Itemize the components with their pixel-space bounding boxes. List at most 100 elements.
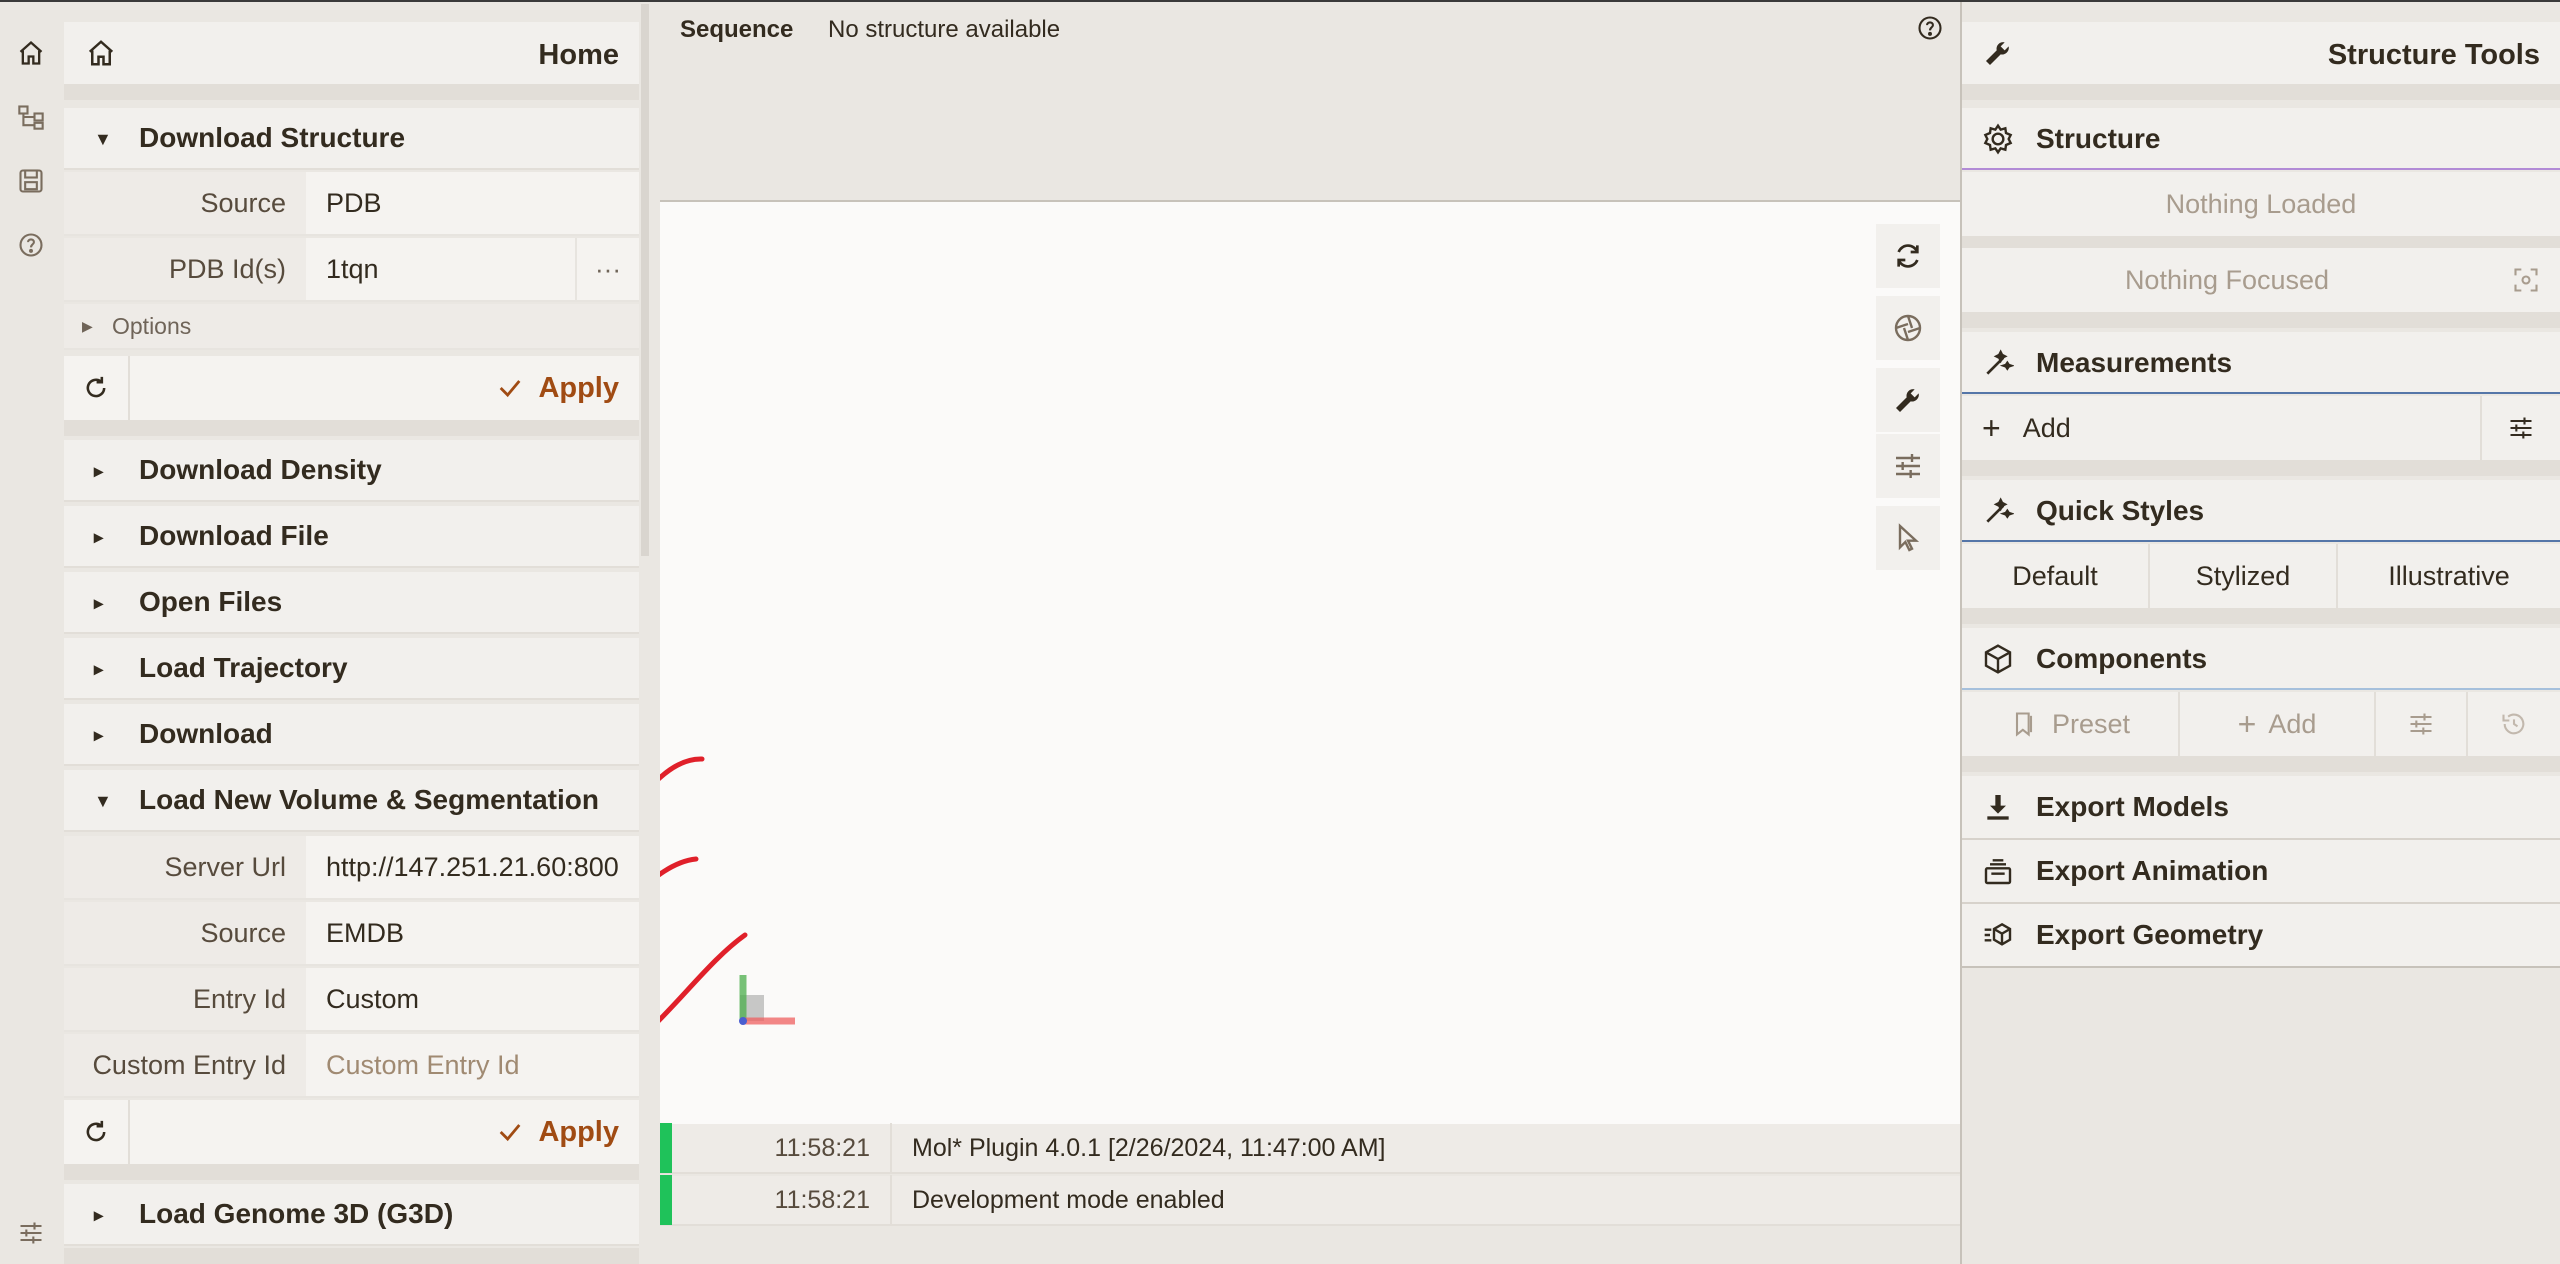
section-download-file[interactable]: ▸ Download File xyxy=(64,506,639,568)
caret-down-icon: ▼ xyxy=(94,790,112,811)
bookmark-icon xyxy=(2015,712,2033,737)
custom-entry-id-label: Custom Entry Id xyxy=(64,1034,306,1096)
export-animation-header[interactable]: Export Animation xyxy=(1962,840,2560,902)
section-load-trajectory[interactable]: ▸ Load Trajectory xyxy=(64,638,639,700)
apply-button[interactable]: Apply xyxy=(130,356,639,420)
magic-wand-icon xyxy=(1986,349,2014,375)
home-icon[interactable] xyxy=(14,36,48,70)
caret-right-icon: ▸ xyxy=(94,1204,104,1225)
log-message: Development mode enabled xyxy=(912,1185,1225,1214)
style-default-button[interactable]: Default xyxy=(1962,544,2150,608)
magic-wand-icon xyxy=(1986,497,2014,523)
divider xyxy=(64,420,639,436)
geometry-cube-icon xyxy=(1984,922,2012,946)
divider xyxy=(1962,392,2560,394)
nothing-focused-label[interactable]: Nothing Focused xyxy=(1962,248,2492,312)
pdb-id-input[interactable]: 1tqn xyxy=(306,238,575,300)
cube-icon xyxy=(1984,644,2012,674)
more-options-button[interactable]: ··· xyxy=(575,238,639,300)
source-select[interactable]: EMDB xyxy=(306,902,639,964)
section-load-genome-3d[interactable]: ▸ Load Genome 3D (G3D) xyxy=(64,1184,639,1246)
divider xyxy=(1962,84,2560,100)
section-download-structure[interactable]: ▼ Download Structure xyxy=(64,108,639,170)
pdb-id-label: PDB Id(s) xyxy=(64,238,306,300)
settings-sliders-icon[interactable] xyxy=(14,1216,48,1250)
source-label: Source xyxy=(64,902,306,964)
apply-row: Apply xyxy=(64,1100,639,1164)
focus-row: Nothing Focused xyxy=(1962,248,2560,312)
style-stylized-button[interactable]: Stylized xyxy=(2150,544,2338,608)
section-label: Export Models xyxy=(2036,791,2229,822)
help-icon[interactable] xyxy=(14,228,48,262)
pdb-id-param: PDB Id(s) 1tqn ··· xyxy=(64,238,639,302)
sequence-status[interactable]: No structure available xyxy=(828,16,1060,44)
main-viewport-area: Sequence No structure available 11:58:21… xyxy=(660,2,1962,1264)
section-label: Download Structure xyxy=(139,122,406,153)
divider xyxy=(64,84,639,100)
style-illustrative-button[interactable]: Illustrative xyxy=(2338,544,2560,608)
log-message: Mol* Plugin 4.0.1 [2/26/2024, 11:47:00 A… xyxy=(912,1133,1386,1162)
section-label: Load Genome 3D (G3D) xyxy=(139,1198,454,1229)
check-icon xyxy=(500,1124,521,1142)
measurement-options-icon[interactable] xyxy=(2482,396,2560,460)
page-title: Home xyxy=(538,39,619,71)
entry-id-label: Entry Id xyxy=(64,968,306,1030)
section-load-volume-segmentation[interactable]: ▼ Load New Volume & Segmentation xyxy=(64,770,639,832)
caret-right-icon: ▸ xyxy=(94,658,104,679)
home-icon[interactable] xyxy=(86,38,116,68)
entry-id-param: Entry Id Custom xyxy=(64,968,639,1032)
apply-button[interactable]: Apply xyxy=(130,1100,639,1164)
section-open-files[interactable]: ▸ Open Files xyxy=(64,572,639,634)
refresh-icon[interactable] xyxy=(64,356,130,420)
plus-icon: + xyxy=(1982,409,2001,446)
preset-label: Preset xyxy=(2051,708,2131,739)
divider xyxy=(1962,236,2560,248)
export-models-header[interactable]: Export Models xyxy=(1962,776,2560,838)
help-icon[interactable] xyxy=(1916,14,1944,42)
server-url-input[interactable]: http://147.251.21.60:800 xyxy=(306,836,639,898)
gear-icon xyxy=(1983,123,2013,155)
custom-entry-id-input[interactable]: Custom Entry Id xyxy=(306,1034,639,1096)
apply-label: Apply xyxy=(538,371,619,404)
section-label: Download File xyxy=(139,520,329,551)
measurements-actions: + Add xyxy=(1962,396,2560,460)
components-section-header[interactable]: Components xyxy=(1962,628,2560,690)
left-panel-scrollbar[interactable] xyxy=(641,4,649,556)
quick-styles-section-header[interactable]: Quick Styles xyxy=(1962,480,2560,542)
add-measurement-button[interactable]: + Add xyxy=(1962,396,2482,460)
structure-section-header[interactable]: Structure xyxy=(1962,108,2560,170)
measurements-section-header[interactable]: Measurements xyxy=(1962,332,2560,394)
save-icon[interactable] xyxy=(14,164,48,198)
structure-tools-header: Structure Tools xyxy=(1962,22,2560,84)
3d-viewport-canvas[interactable] xyxy=(660,202,1960,1124)
preset-button[interactable]: Preset xyxy=(1962,692,2180,756)
focus-target-icon[interactable] xyxy=(2492,248,2560,312)
divider xyxy=(1962,966,2560,968)
section-label: Load New Volume & Segmentation xyxy=(139,784,599,815)
source-select[interactable]: PDB xyxy=(306,172,639,234)
history-icon[interactable] xyxy=(2468,692,2560,756)
divider xyxy=(64,1164,639,1180)
state-tree-icon[interactable] xyxy=(14,100,48,134)
options-toggle[interactable]: ▶ Options xyxy=(64,304,639,350)
section-download-density[interactable]: ▸ Download Density xyxy=(64,440,639,502)
refresh-icon[interactable] xyxy=(64,1100,130,1164)
section-label: Download xyxy=(139,718,273,749)
section-label: Structure xyxy=(2036,123,2161,154)
export-geometry-header[interactable]: Export Geometry xyxy=(1962,904,2560,966)
section-label: Export Geometry xyxy=(2036,919,2264,950)
add-component-button[interactable]: + Add xyxy=(2180,692,2376,756)
caret-right-icon: ▸ xyxy=(94,724,104,745)
components-actions: Preset + Add xyxy=(1962,692,2560,756)
options-label: Options xyxy=(112,312,192,339)
section-download[interactable]: ▸ Download xyxy=(64,704,639,766)
section-label: Export Animation xyxy=(2036,855,2269,886)
log-panel: 11:58:21 Mol* Plugin 4.0.1 [2/26/2024, 1… xyxy=(660,1123,1960,1264)
wrench-icon xyxy=(1986,42,2009,65)
annotation-arrows xyxy=(660,756,748,1023)
entry-id-select[interactable]: Custom xyxy=(306,968,639,1030)
sequence-panel: Sequence No structure available xyxy=(660,2,1960,202)
caret-right-icon: ▶ xyxy=(82,317,93,334)
panel-title: Structure Tools xyxy=(2327,39,2540,71)
component-options-icon[interactable] xyxy=(2376,692,2468,756)
